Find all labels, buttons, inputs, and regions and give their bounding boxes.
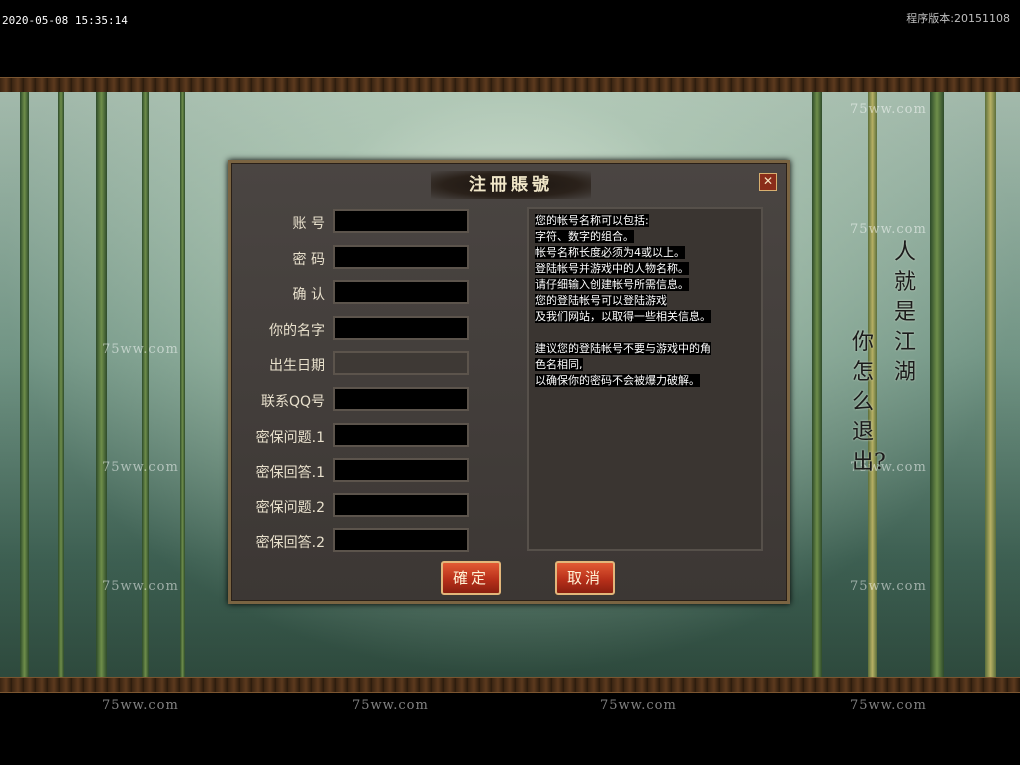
watermark: 75ww.com bbox=[600, 698, 677, 713]
watermark: 75ww.com bbox=[102, 460, 179, 475]
password-input[interactable] bbox=[333, 245, 469, 269]
bamboo-stalk bbox=[985, 92, 996, 677]
birthdate-label: 出生日期 bbox=[269, 358, 325, 374]
bamboo-stalk bbox=[812, 92, 822, 677]
watermark: 75ww.com bbox=[850, 222, 927, 237]
info-line: 建议您的登陆帐号不要与游戏中的角 bbox=[535, 342, 711, 355]
info-line: 字符、数字的组合。 bbox=[535, 230, 634, 243]
dialog-title: 注冊賬號 bbox=[431, 171, 591, 199]
info-line: 登陆帐号并游戏中的人物名称。 bbox=[535, 262, 689, 275]
bamboo-stalk bbox=[58, 92, 64, 677]
question2-label: 密保问题.2 bbox=[255, 500, 325, 516]
form-row-password: 密 码 bbox=[231, 245, 481, 271]
calligraphy-art: 人就是江湖 你怎么退出? bbox=[838, 238, 958, 498]
timestamp: 2020-05-08 15:35:14 bbox=[2, 14, 128, 27]
watermark: 75ww.com bbox=[352, 698, 429, 713]
form-row-birthdate: 出生日期 bbox=[231, 351, 481, 377]
question1-label: 密保问题.1 bbox=[255, 430, 325, 446]
info-line: 色名相同, bbox=[535, 358, 583, 371]
close-button[interactable]: ✕ bbox=[759, 173, 777, 191]
version-label: 程序版本:20151108 bbox=[906, 12, 1010, 25]
password-label: 密 码 bbox=[292, 252, 325, 268]
info-panel: 您的帐号名称可以包括: 字符、数字的组合。 帐号名称长度必须为4或以上。 登陆帐… bbox=[527, 207, 763, 551]
name-input[interactable] bbox=[333, 316, 469, 340]
watermark: 75ww.com bbox=[102, 342, 179, 357]
form-row-account: 账 号 bbox=[231, 209, 481, 235]
info-line: 及我们网站，以取得一些相关信息。 bbox=[535, 310, 711, 323]
watermark: 75ww.com bbox=[850, 579, 927, 594]
form-row-question1: 密保问题.1 bbox=[231, 423, 481, 449]
form-row-question2: 密保问题.2 bbox=[231, 493, 481, 519]
account-input[interactable] bbox=[333, 209, 469, 233]
name-label: 你的名字 bbox=[269, 323, 325, 339]
info-line: 请仔细输入创建帐号所需信息。 bbox=[535, 278, 689, 291]
confirm-password-input[interactable] bbox=[333, 280, 469, 304]
bottom-border bbox=[0, 677, 1020, 693]
qq-label: 联系QQ号 bbox=[260, 394, 325, 410]
form-row-name: 你的名字 bbox=[231, 316, 481, 342]
watermark: 75ww.com bbox=[102, 579, 179, 594]
info-line: 您的登陆帐号可以登陆游戏 bbox=[535, 294, 667, 307]
bamboo-stalk bbox=[20, 92, 29, 677]
question2-input[interactable] bbox=[333, 493, 469, 517]
info-gap bbox=[535, 325, 755, 341]
form-row-qq: 联系QQ号 bbox=[231, 387, 481, 413]
calligraphy-line: 你怎么退出? bbox=[852, 330, 886, 475]
answer1-input[interactable] bbox=[333, 458, 469, 482]
form-row-confirm: 确 认 bbox=[231, 280, 481, 306]
confirm-password-label: 确 认 bbox=[292, 287, 325, 303]
info-line: 您的帐号名称可以包括: bbox=[535, 214, 649, 227]
confirm-button[interactable]: 確定 bbox=[441, 561, 501, 595]
watermark: 75ww.com bbox=[850, 698, 927, 713]
watermark: 75ww.com bbox=[102, 698, 179, 713]
bamboo-stalk bbox=[180, 92, 185, 677]
question1-input[interactable] bbox=[333, 423, 469, 447]
qq-input[interactable] bbox=[333, 387, 469, 411]
watermark: 75ww.com bbox=[850, 102, 927, 117]
answer2-label: 密保回答.2 bbox=[255, 535, 325, 551]
info-line: 帐号名称长度必须为4或以上。 bbox=[535, 246, 685, 259]
form-row-answer2: 密保回答.2 bbox=[231, 528, 481, 554]
register-dialog: 注冊賬號 ✕ 账 号 密 码 确 认 你的名字 出生日期 联系QQ号 密保问题.… bbox=[228, 160, 790, 604]
answer1-label: 密保回答.1 bbox=[255, 465, 325, 481]
calligraphy-line: 人就是江湖 bbox=[894, 240, 917, 385]
birthdate-input bbox=[333, 351, 469, 375]
answer2-input[interactable] bbox=[333, 528, 469, 552]
form-row-answer1: 密保回答.1 bbox=[231, 458, 481, 484]
cancel-button[interactable]: 取消 bbox=[555, 561, 615, 595]
info-line: 以确保你的密码不会被爆力破解。 bbox=[535, 374, 700, 387]
account-label: 账 号 bbox=[292, 216, 325, 232]
top-border bbox=[0, 77, 1020, 93]
